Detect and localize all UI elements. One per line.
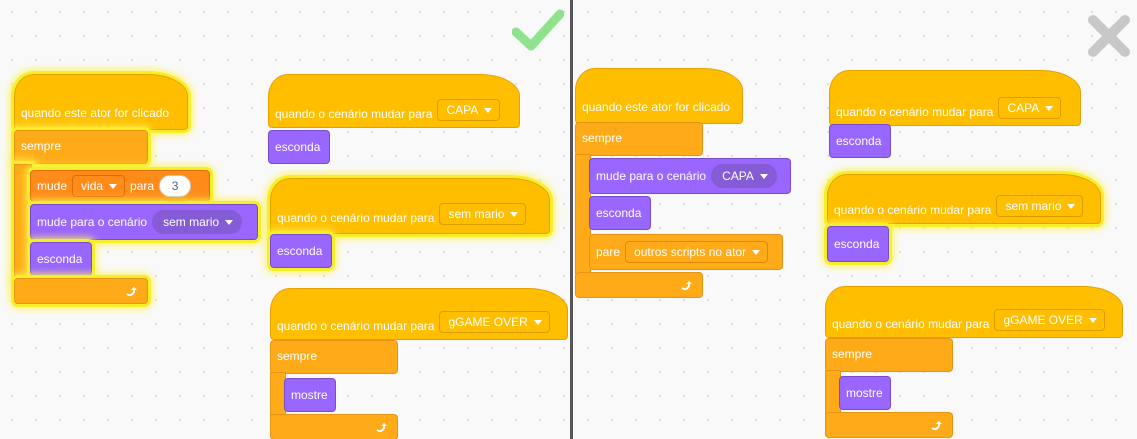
hat-label: quando o cenário mudar para (275, 107, 433, 121)
hat-label: quando o cenário mudar para (832, 317, 990, 331)
left-code-panel: quando este ator for clicado sempre mude… (0, 0, 570, 439)
when-backdrop-switches-hat[interactable]: quando o cenário mudar para CAPA (829, 70, 1081, 126)
show-block[interactable]: mostre (284, 378, 336, 412)
set-variable-block[interactable]: mude vida para 3 (30, 170, 210, 202)
forever-label: sempre (832, 347, 873, 361)
backdrop-dropdown[interactable]: sem mario (152, 210, 243, 234)
hat-label: quando o cenário mudar para (277, 319, 435, 333)
hat-label: quando este ator for clicado (21, 106, 170, 120)
forever-block[interactable]: sempre (575, 122, 703, 156)
backdrop-value: CAPA (722, 169, 754, 183)
when-sprite-clicked-hat[interactable]: quando este ator for clicado (14, 74, 188, 130)
right-code-panel: quando este ator for clicado sempre mude… (573, 0, 1137, 439)
hide-label: esconda (834, 237, 880, 251)
hide-block[interactable]: esconda (268, 130, 330, 164)
hide-label: esconda (275, 140, 321, 154)
forever-bottom (825, 412, 953, 438)
forever-label: sempre (582, 131, 623, 145)
hide-block[interactable]: esconda (30, 242, 92, 276)
loop-arrow-icon (126, 287, 137, 297)
caret-down-icon (752, 249, 761, 255)
when-backdrop-switches-hat[interactable]: quando o cenário mudar para gGAME OVER (825, 286, 1123, 338)
caret-down-icon (225, 219, 234, 225)
backdrop-value: sem mario (1005, 199, 1062, 213)
forever-bottom (575, 272, 703, 298)
hide-label: esconda (596, 206, 642, 220)
backdrop-value: CAPA (1007, 101, 1040, 115)
backdrop-dropdown[interactable]: sem mario (996, 195, 1084, 217)
caret-down-icon (1067, 203, 1076, 209)
show-label: mostre (846, 386, 883, 400)
set-prefix-label: mude (37, 179, 68, 193)
hat-label: quando o cenário mudar para (277, 211, 435, 225)
caret-down-icon (759, 173, 768, 179)
backdrop-value: sem mario (163, 215, 220, 229)
backdrop-value: sem mario (448, 207, 505, 221)
forever-block[interactable]: sempre (14, 130, 148, 164)
hide-label: esconda (277, 244, 323, 258)
hide-label: esconda (37, 252, 83, 266)
forever-label: sempre (277, 349, 318, 363)
caret-down-icon (533, 319, 542, 325)
loop-arrow-icon (681, 281, 692, 291)
caret-down-icon (109, 183, 118, 189)
backdrop-dropdown[interactable]: CAPA (998, 97, 1062, 119)
switch-backdrop-block[interactable]: mude para o cenário sem mario (30, 204, 258, 240)
loop-arrow-icon (376, 423, 387, 433)
hide-block[interactable]: esconda (827, 226, 889, 262)
backdrop-dropdown[interactable]: gGAME OVER (994, 309, 1105, 331)
forever-label: sempre (21, 139, 62, 153)
variable-dropdown[interactable]: vida (72, 175, 126, 197)
value-input[interactable]: 3 (159, 175, 192, 197)
forever-bottom (14, 278, 148, 304)
x-mark-icon (1088, 15, 1130, 57)
caret-down-icon (1088, 317, 1097, 323)
backdrop-value: gGAME OVER (448, 315, 528, 329)
stop-label: pare (596, 245, 621, 259)
stop-block[interactable]: pare outros scripts no ator (589, 234, 783, 270)
loop-arrow-icon (931, 421, 942, 431)
switch-backdrop-block[interactable]: mude para o cenário CAPA (589, 158, 791, 194)
backdrop-dropdown[interactable]: CAPA (711, 164, 777, 188)
caret-down-icon (484, 107, 493, 113)
when-sprite-clicked-hat[interactable]: quando este ator for clicado (575, 68, 743, 124)
show-block[interactable]: mostre (839, 376, 891, 410)
when-backdrop-switches-hat[interactable]: quando o cenário mudar para gGAME OVER (270, 288, 568, 340)
backdrop-dropdown[interactable]: CAPA (437, 99, 501, 121)
hat-label: quando este ator for clicado (582, 100, 731, 114)
when-backdrop-switches-hat[interactable]: quando o cenário mudar para sem mario (270, 178, 550, 234)
set-mid-label: para (130, 179, 155, 193)
forever-block[interactable]: sempre (825, 338, 953, 372)
hide-block[interactable]: esconda (589, 196, 651, 230)
caret-down-icon (510, 211, 519, 217)
hat-label: quando o cenário mudar para (836, 105, 994, 119)
when-backdrop-switches-hat[interactable]: quando o cenário mudar para sem mario (827, 174, 1101, 224)
show-label: mostre (291, 388, 328, 402)
hide-block[interactable]: esconda (270, 234, 332, 268)
variable-value: vida (81, 179, 104, 193)
hide-block[interactable]: esconda (829, 124, 891, 158)
switch-backdrop-label: mude para o cenário (37, 215, 148, 229)
switch-backdrop-label: mude para o cenário (596, 169, 707, 183)
backdrop-value: gGAME OVER (1003, 313, 1083, 327)
checkmark-icon (512, 9, 564, 51)
when-backdrop-switches-hat[interactable]: quando o cenário mudar para CAPA (268, 74, 520, 128)
stop-option-value: outros scripts no ator (634, 245, 747, 259)
stop-option-dropdown[interactable]: outros scripts no ator (625, 241, 769, 263)
forever-block[interactable]: sempre (270, 340, 398, 374)
hat-label: quando o cenário mudar para (834, 203, 992, 217)
caret-down-icon (1045, 105, 1054, 111)
hide-label: esconda (836, 134, 882, 148)
backdrop-value: CAPA (446, 103, 479, 117)
backdrop-dropdown[interactable]: sem mario (439, 203, 527, 225)
backdrop-dropdown[interactable]: gGAME OVER (439, 311, 550, 333)
forever-bottom (270, 414, 398, 439)
